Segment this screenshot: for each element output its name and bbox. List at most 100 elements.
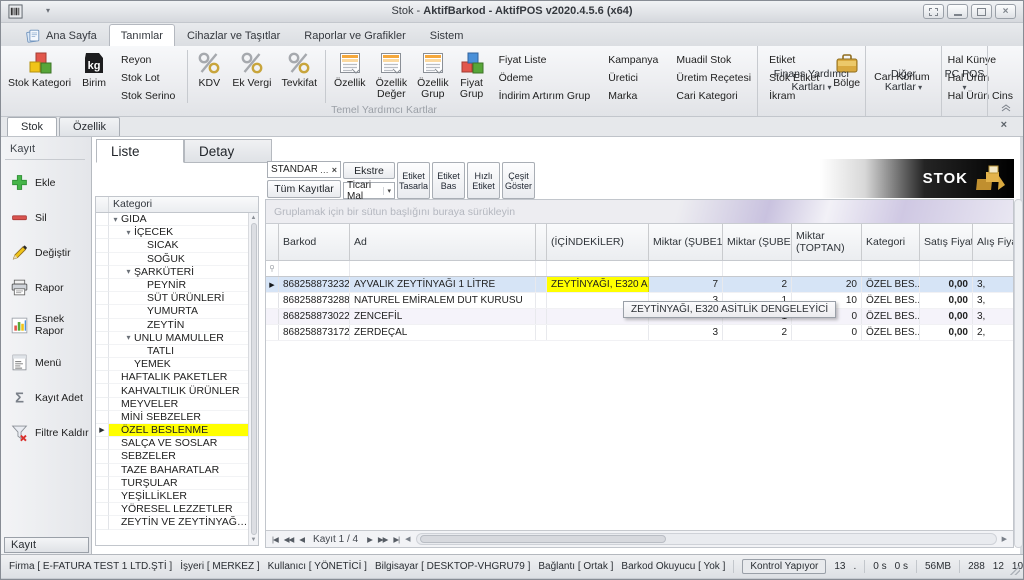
column-header-i-ci-ndeki-ler[interactable]: (İÇİNDEKİLER) bbox=[547, 224, 649, 260]
tree-header-label[interactable]: Kategori bbox=[109, 197, 258, 212]
ribbon-item-uretim-recetesi[interactable]: Üretim Reçetesi bbox=[676, 72, 751, 84]
ribbon-item-fiyat-liste[interactable]: Fiyat Liste bbox=[499, 54, 591, 66]
toolbar-button-hizli-etiket[interactable]: Hızlı Etiket bbox=[467, 162, 500, 199]
scrollbar-thumb[interactable] bbox=[251, 223, 257, 535]
ribbon-item-kampanya[interactable]: Kampanya bbox=[608, 54, 658, 66]
tree-item-yumurta[interactable]: YUMURTA bbox=[96, 305, 248, 318]
ribbon-item-stok-serino[interactable]: Stok Serino bbox=[121, 90, 175, 102]
tree-item-yesi-lli-kler[interactable]: YEŞİLLİKLER bbox=[96, 490, 248, 503]
tree-item-taze-baharatlar[interactable]: TAZE BAHARATLAR bbox=[96, 464, 248, 477]
grid-horizontal-scrollbar[interactable] bbox=[416, 533, 997, 545]
ribbon-item-i-ndirim-artirim-grup[interactable]: İndirim Artırım Grup bbox=[499, 90, 591, 102]
ekstre-button[interactable]: Ekstre bbox=[343, 162, 395, 179]
sidebar-item-rapor[interactable]: Rapor bbox=[1, 270, 91, 305]
layout-browse-icon[interactable]: … bbox=[320, 165, 329, 175]
filter-cell-alis-fiyat[interactable] bbox=[973, 261, 1014, 276]
ribbon-group-pc-pos[interactable]: PC POS▾ bbox=[941, 46, 987, 116]
ribbon-item-tevkifat[interactable]: Tevkifat bbox=[276, 48, 322, 105]
sidebar-item-esnek-rapor[interactable]: Esnek Rapor bbox=[1, 305, 91, 345]
filter-cell-satis-fiyat[interactable] bbox=[920, 261, 973, 276]
tree-item-salca-ve-soslar[interactable]: SALÇA VE SOSLAR bbox=[96, 437, 248, 450]
tree-item-sicak[interactable]: SICAK bbox=[96, 239, 248, 252]
filter-cell-i-ci-ndeki-ler[interactable] bbox=[547, 261, 649, 276]
scrollbar-thumb[interactable] bbox=[420, 535, 666, 543]
filter-cell-miktar-sube1[interactable] bbox=[649, 261, 723, 276]
filter-cell-col0[interactable] bbox=[266, 261, 279, 276]
layout-clear-icon[interactable]: × bbox=[332, 165, 337, 175]
grid-row[interactable]: 8682588731723ZERDEÇAL320ÖZEL BES...0,002… bbox=[266, 325, 1013, 341]
tree-item-sut-urunleri[interactable]: SÜT ÜRÜNLERİ bbox=[96, 292, 248, 305]
filter-cell-kategori[interactable] bbox=[862, 261, 920, 276]
all-records-button[interactable]: Tüm Kayıtlar bbox=[267, 180, 341, 198]
tree-item-haftalik-paketler[interactable]: HAFTALIK PAKETLER bbox=[96, 371, 248, 384]
column-header-col3[interactable] bbox=[536, 224, 547, 260]
filter-cell-barkod[interactable] bbox=[279, 261, 350, 276]
ribbon-item-stok-kategori[interactable]: Stok Kategori bbox=[3, 48, 76, 105]
tree-item-tursular[interactable]: TURŞULAR bbox=[96, 477, 248, 490]
column-header-miktar-sube2[interactable]: Miktar (ŞUBE2) bbox=[723, 224, 792, 260]
toolbar-button-etiket-tasarla[interactable]: Etiket Tasarla bbox=[397, 162, 430, 199]
ribbon-item-ozellik-grup[interactable]: Özellik Grup bbox=[412, 48, 454, 105]
ribbon-item-birim[interactable]: kgBirim bbox=[76, 48, 112, 105]
ribbon-item-ozellik-deger[interactable]: Özellik Değer bbox=[371, 48, 413, 105]
tree-item-zeyti-n[interactable]: ZEYTİN bbox=[96, 319, 248, 332]
column-header-ad[interactable]: Ad bbox=[350, 224, 536, 260]
tree-item-sarkuteri[interactable]: ▾ŞARKÜTERİ bbox=[96, 266, 248, 279]
filter-cell-miktar-toptan[interactable] bbox=[792, 261, 862, 276]
tree-item-kahvaltilik-urunler[interactable]: KAHVALTILIK ÜRÜNLER bbox=[96, 384, 248, 397]
nav-prev-icon-2[interactable]: ◀ bbox=[296, 535, 307, 544]
collapse-ribbon-icon[interactable] bbox=[1001, 103, 1011, 111]
tree-item-yoresel-lezzetler[interactable]: YÖRESEL LEZZETLER bbox=[96, 503, 248, 516]
statusbar-item-kontrol-yapiyor[interactable]: Kontrol Yapıyor bbox=[742, 559, 826, 574]
layout-selector[interactable]: STANDART … × bbox=[267, 161, 341, 178]
tree-item-mi-ni-sebzeler[interactable]: MİNİ SEBZELER bbox=[96, 411, 248, 424]
ribbon-group-finans-yardimci-kartlari[interactable]: Finans YardımcıKartları ▾ bbox=[757, 46, 865, 116]
grid-row[interactable]: ▶8682588732324AYVALIK ZEYTİNYAĞI 1 LİTRE… bbox=[266, 277, 1013, 293]
close-document-icon[interactable]: × bbox=[1001, 119, 1007, 131]
column-header-kategori[interactable]: Kategori bbox=[862, 224, 920, 260]
ribbon-item-uretici[interactable]: Üretici bbox=[608, 72, 658, 84]
ribbon-tab-cihazlar-ve-tasitlar[interactable]: Cihazlar ve Taşıtlar bbox=[175, 24, 292, 46]
scroll-down-icon[interactable]: ▼ bbox=[251, 537, 257, 543]
ribbon-item-marka[interactable]: Marka bbox=[608, 90, 658, 102]
toolbar-button-etiket-bas[interactable]: Etiket Bas bbox=[432, 162, 465, 199]
ribbon-tab-ana-sayfa[interactable]: Ana Sayfa bbox=[13, 24, 109, 46]
tree-item-i-cecek[interactable]: ▾İÇECEK bbox=[96, 226, 248, 239]
tree-item-zeyti-n-ve-zeyti-nyagi[interactable]: ZEYTİN VE ZEYTİNYAĞI... bbox=[96, 516, 248, 529]
tree-item-gida[interactable]: ▾GIDA bbox=[96, 213, 248, 226]
column-header-satis-fiyat[interactable]: Satış Fiyat bbox=[920, 224, 973, 260]
window-minimize-button[interactable] bbox=[947, 4, 968, 19]
scroll-right-icon[interactable]: ▶ bbox=[999, 535, 1010, 543]
column-header-col0[interactable] bbox=[266, 224, 279, 260]
window-maximize-button[interactable] bbox=[971, 4, 992, 19]
tree-item-ozel-beslenme[interactable]: ▶ÖZEL BESLENME bbox=[96, 424, 248, 437]
ribbon-item-ek-vergi[interactable]: Ek Vergi bbox=[227, 48, 276, 105]
sidebar-item-degistir[interactable]: Değiştir bbox=[1, 235, 91, 270]
doc-tab-stok[interactable]: Stok bbox=[7, 117, 57, 136]
column-header-barkod[interactable]: Barkod bbox=[279, 224, 350, 260]
sidebar-item-kayit-adet[interactable]: ΣKayıt Adet bbox=[1, 380, 91, 415]
column-header-miktar-sube1[interactable]: Miktar (ŞUBE1) bbox=[649, 224, 723, 260]
doc-tab-ozellik[interactable]: Özellik bbox=[59, 117, 120, 136]
column-header-alis-fiyat[interactable]: Alış Fiyat bbox=[973, 224, 1014, 260]
tree-item-meyveler[interactable]: MEYVELER bbox=[96, 398, 248, 411]
nav-prev-icon-0[interactable]: |◀ bbox=[269, 535, 281, 544]
ribbon-item-reyon[interactable]: Reyon bbox=[121, 54, 175, 66]
ribbon-tab-tanimlar[interactable]: Tanımlar bbox=[109, 24, 175, 46]
combo-dropdown-icon[interactable]: ▾ bbox=[383, 187, 394, 195]
grid-vertical-scrollbar[interactable] bbox=[1014, 199, 1023, 548]
scroll-up-icon[interactable]: ▲ bbox=[251, 215, 257, 221]
filter-cell-miktar-sube2[interactable] bbox=[723, 261, 792, 276]
tree-item-yemek[interactable]: YEMEK bbox=[96, 358, 248, 371]
ribbon-item-odeme[interactable]: Ödeme bbox=[499, 72, 591, 84]
ribbon-item-stok-lot[interactable]: Stok Lot bbox=[121, 72, 175, 84]
tree-item-soguk[interactable]: SOĞUK bbox=[96, 253, 248, 266]
toolbar-button-cesit-goster[interactable]: Çeşit Göster bbox=[502, 162, 535, 199]
scroll-left-icon[interactable]: ◀ bbox=[402, 535, 413, 543]
view-tab-detay[interactable]: Detay bbox=[184, 139, 272, 163]
ribbon-item-kdv[interactable]: KDV bbox=[191, 48, 227, 105]
tree-scrollbar[interactable]: ▲ ▼ bbox=[248, 213, 258, 545]
window-fit-button[interactable] bbox=[923, 4, 944, 19]
sidebar-bottom-panel[interactable]: Kayıt bbox=[4, 537, 89, 553]
ribbon-tab-sistem[interactable]: Sistem bbox=[418, 24, 476, 46]
